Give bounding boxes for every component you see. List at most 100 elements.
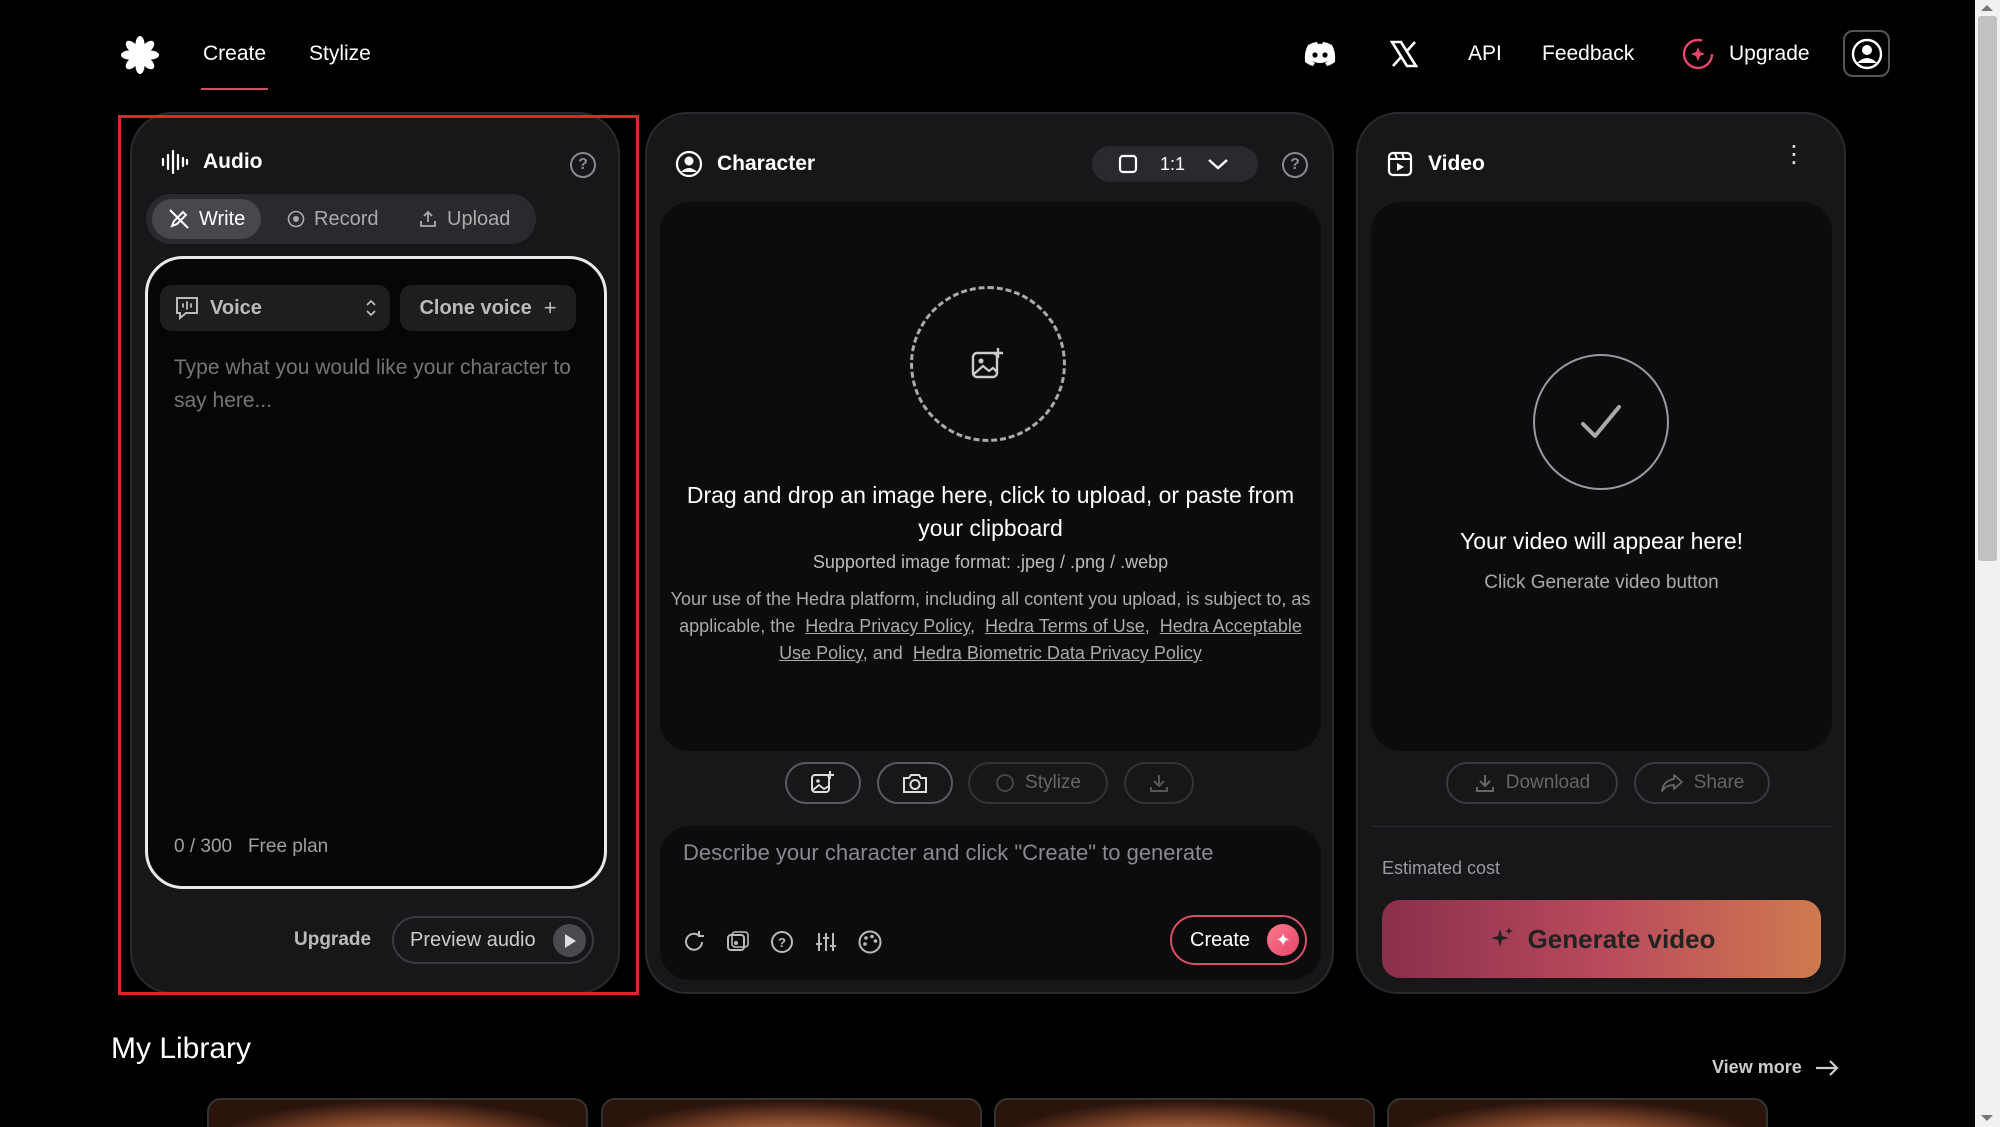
terms-link[interactable]: Hedra Terms of Use (985, 616, 1145, 636)
preview-audio-button[interactable]: Preview audio (392, 916, 594, 964)
library-title: My Library (111, 1032, 252, 1065)
stylize-label: Stylize (1025, 772, 1081, 793)
library-thumbnail[interactable] (207, 1098, 588, 1127)
clone-voice-button[interactable]: Clone voice + (400, 285, 576, 331)
audio-panel-title: Audio (203, 150, 263, 173)
top-navigation: Create Stylize API Feedback Upgrade (0, 0, 1975, 110)
camera-icon (903, 774, 927, 793)
help-circle-icon[interactable]: ? (768, 928, 796, 956)
scroll-up-icon[interactable] (1981, 5, 1993, 11)
refresh-icon[interactable] (680, 928, 708, 956)
audio-help-icon[interactable]: ? (570, 152, 596, 178)
mode-upload-button[interactable]: Upload (402, 199, 526, 239)
prompt-placeholder[interactable]: Describe your character and click "Creat… (683, 840, 1213, 866)
generate-video-button[interactable]: Generate video (1382, 900, 1821, 978)
sliders-icon[interactable] (812, 928, 840, 956)
play-icon (553, 924, 586, 957)
x-twitter-icon[interactable] (1386, 36, 1422, 72)
biometric-policy-link[interactable]: Hedra Biometric Data Privacy Policy (913, 643, 1202, 663)
add-image-button[interactable] (785, 762, 861, 804)
character-panel-title: Character (717, 152, 816, 175)
library-thumbnail[interactable] (1387, 1098, 1768, 1127)
character-counter: 0 / 300 Free plan (174, 836, 328, 858)
discord-icon[interactable] (1302, 36, 1338, 72)
upgrade-link[interactable]: Upgrade (1729, 42, 1810, 66)
video-preview-area: Your video will appear here! Click Gener… (1371, 202, 1832, 751)
scrollbar-thumb[interactable] (1978, 16, 1997, 561)
create-character-button[interactable]: Create ✦ (1170, 915, 1307, 965)
video-panel: Video ⋮ Your video will appear here! Cli… (1356, 112, 1846, 994)
video-empty-title: Your video will appear here! (1460, 528, 1743, 554)
view-more-link[interactable]: View more (1712, 1057, 1840, 1078)
user-circle-icon (675, 150, 703, 178)
image-style-icon[interactable] (724, 928, 752, 956)
clone-voice-label: Clone voice (419, 296, 532, 319)
video-panel-header: Video (1386, 150, 1485, 178)
nav-tab-stylize[interactable]: Stylize (309, 42, 371, 66)
palette-style-icon[interactable] (856, 928, 884, 956)
character-count: 0 / 300 (174, 836, 233, 857)
square-icon (1118, 154, 1138, 174)
page-scrollbar[interactable] (1975, 0, 2000, 1127)
download-image-button[interactable] (1124, 762, 1194, 804)
script-input[interactable] (174, 351, 574, 591)
audio-panel: Audio ? Write Record Upload Voice Clone … (130, 112, 620, 994)
supported-formats: Supported image format: .jpeg / .png / .… (812, 552, 1169, 572)
download-icon (1475, 775, 1494, 792)
video-clapper-icon (1387, 151, 1413, 177)
hedra-logo-icon[interactable] (120, 35, 160, 75)
scroll-down-icon[interactable] (1981, 1115, 1993, 1121)
audio-panel-header: Audio (161, 150, 262, 174)
privacy-policy-link[interactable]: Hedra Privacy Policy (805, 616, 970, 636)
drop-instructions: Drag and drop an image here, click to up… (686, 482, 1295, 541)
mode-upload-label: Upload (447, 207, 511, 230)
prompt-tools: ? (680, 928, 884, 956)
user-avatar-icon (1851, 38, 1882, 69)
audio-upgrade-link[interactable]: Upgrade (294, 929, 371, 951)
voice-bubble-icon (176, 297, 198, 321)
estimated-cost-label: Estimated cost (1382, 858, 1501, 878)
api-link[interactable]: API (1468, 42, 1502, 66)
nav-tab-create[interactable]: Create (200, 42, 269, 90)
script-editor: Voice Clone voice + 0 / 300 Free plan (145, 256, 607, 889)
share-label: Share (1693, 772, 1745, 793)
chevron-down-icon (1208, 159, 1228, 170)
feedback-link[interactable]: Feedback (1542, 42, 1634, 66)
character-prompt-box[interactable]: Describe your character and click "Creat… (660, 826, 1321, 980)
profile-button[interactable] (1843, 30, 1890, 77)
mode-write-label: Write (199, 207, 246, 230)
camera-button[interactable] (877, 762, 953, 804)
share-video-button[interactable]: Share (1634, 762, 1770, 804)
record-icon (287, 210, 305, 228)
add-image-small-icon (811, 771, 834, 793)
add-image-circle[interactable] (910, 286, 1066, 442)
svg-text:?: ? (778, 935, 786, 950)
sparkles-icon (1490, 927, 1513, 947)
library-thumbnail[interactable] (994, 1098, 1375, 1127)
character-help-icon[interactable]: ? (1282, 152, 1308, 178)
library-thumbnail[interactable] (601, 1098, 982, 1127)
voice-select[interactable]: Voice (160, 285, 390, 331)
add-image-icon (971, 348, 1003, 379)
more-options-icon[interactable]: ⋮ (1782, 143, 1806, 167)
legal-notice: Your use of the Hedra platform, includin… (670, 589, 1311, 663)
download-icon (1150, 775, 1168, 792)
mode-record-button[interactable]: Record (271, 199, 394, 239)
aspect-ratio-value: 1:1 (1160, 153, 1186, 174)
download-video-button[interactable]: Download (1446, 762, 1618, 804)
stylize-button[interactable]: Stylize (968, 762, 1108, 804)
mode-write-button[interactable]: Write (152, 199, 262, 239)
image-drop-zone[interactable]: Drag and drop an image here, click to up… (660, 202, 1321, 751)
share-icon (1660, 774, 1683, 792)
character-panel: Character 1:1 ? Drag and drop an image h… (645, 112, 1334, 994)
sparkle-icon: ✦ (1267, 924, 1299, 956)
legal-and: , and (862, 643, 903, 663)
aspect-ratio-select[interactable]: 1:1 (1092, 146, 1258, 182)
chevron-up-down-icon (366, 299, 376, 317)
voice-select-label: Voice (210, 296, 262, 319)
generate-video-label: Generate video (1527, 923, 1716, 954)
upgrade-sparkle-icon[interactable] (1680, 36, 1716, 72)
download-label: Download (1505, 772, 1591, 793)
character-panel-header: Character (675, 150, 815, 178)
arrow-right-icon (1815, 1059, 1839, 1076)
